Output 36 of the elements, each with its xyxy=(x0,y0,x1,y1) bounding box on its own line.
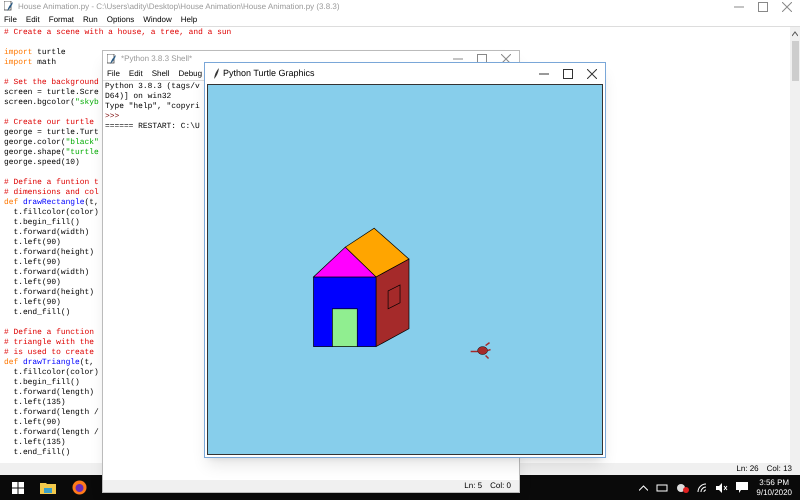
menu-item[interactable]: Edit xyxy=(26,14,40,26)
feather-icon xyxy=(213,68,219,79)
device-icon[interactable] xyxy=(656,483,668,492)
wifi-icon[interactable] xyxy=(697,482,708,492)
line-number-status: Ln: 5 xyxy=(464,480,482,492)
windows-start-icon[interactable] xyxy=(12,482,24,494)
menu-item[interactable]: Help xyxy=(180,14,198,26)
turtle-icon xyxy=(470,342,492,360)
column-status: Col: 0 xyxy=(490,480,511,492)
window-title: House Animation.py - C:\Users\adity\Desktop\House Animation\House Animation.py (3.8.3) xyxy=(18,0,340,12)
line-number-status: Ln: 26 xyxy=(736,463,759,475)
menu-item[interactable]: Run xyxy=(83,14,98,26)
menu-item[interactable]: Shell xyxy=(152,68,170,80)
scrollbar[interactable] xyxy=(790,27,800,463)
cloud-error-icon[interactable] xyxy=(676,482,690,492)
menu-item[interactable]: Format xyxy=(48,14,74,26)
menu-item[interactable]: Debug xyxy=(178,68,202,80)
menu-item[interactable]: Options xyxy=(106,14,134,26)
scrollbar-thumb[interactable] xyxy=(792,41,798,81)
browser-icon[interactable] xyxy=(72,480,87,495)
caret-up-icon[interactable] xyxy=(792,31,798,37)
menu-item[interactable]: File xyxy=(107,68,120,80)
clock-time[interactable]: 3:56 PM xyxy=(759,478,790,488)
column-status: Col: 13 xyxy=(766,463,792,475)
window-title: *Python 3.8.3 Shell* xyxy=(121,53,192,65)
menu-item[interactable]: Edit xyxy=(128,68,143,80)
python-feather-icon xyxy=(107,54,117,64)
notification-icon[interactable] xyxy=(736,482,748,493)
speaker-muted-icon[interactable] xyxy=(716,482,728,492)
maximize-icon[interactable] xyxy=(563,68,573,78)
window-title: Python Turtle Graphics xyxy=(223,66,315,80)
clock-date[interactable]: 9/10/2020 xyxy=(756,488,792,498)
menu-item[interactable]: File xyxy=(4,14,17,26)
folder-icon[interactable] xyxy=(40,481,56,494)
menu-item[interactable]: Window xyxy=(143,14,172,26)
close-icon[interactable] xyxy=(587,68,597,78)
